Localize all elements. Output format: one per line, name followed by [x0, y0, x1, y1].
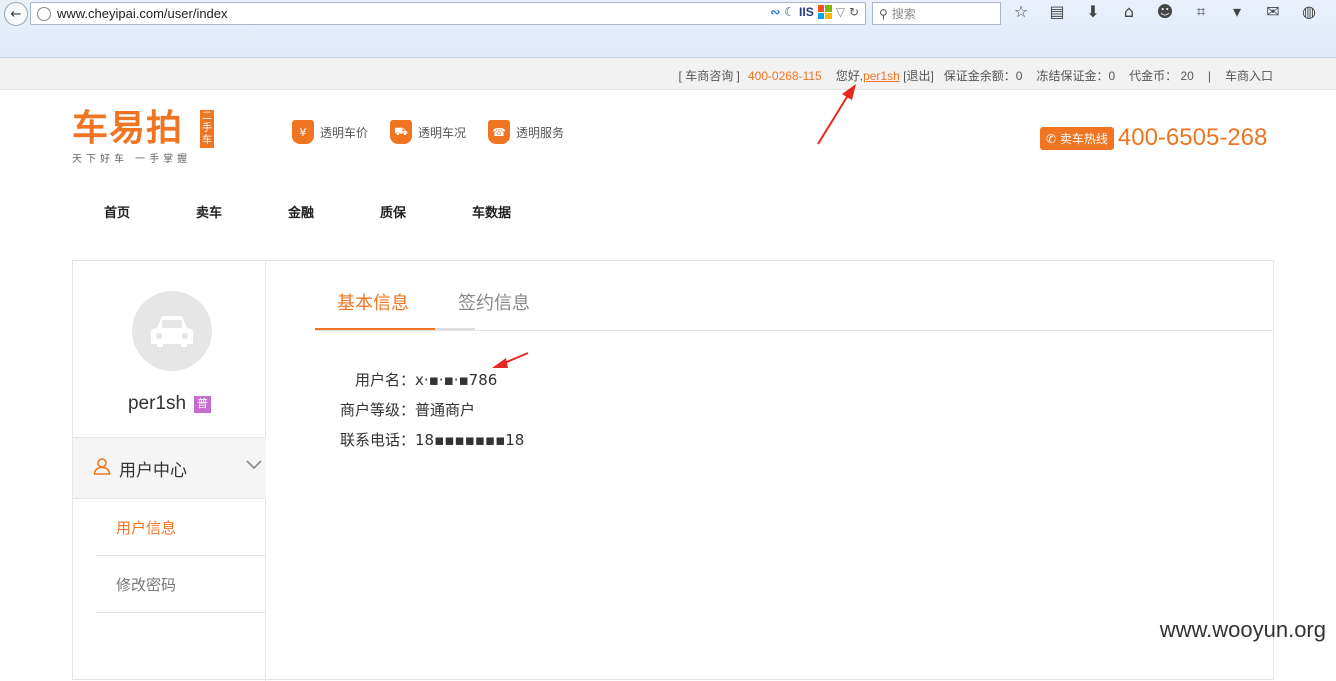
search-input[interactable]: ⚲ 搜索: [872, 2, 1001, 25]
info-label: 用户名：: [335, 365, 415, 395]
info-value: 18▪▪▪▪▪▪▪18: [415, 425, 524, 455]
level-badge: 普: [194, 396, 211, 413]
dealer-consult-label: [ 车商咨询 ]: [679, 67, 740, 84]
chevron-down-icon: [246, 458, 262, 474]
dealer-entry-link[interactable]: 车商入口: [1225, 67, 1273, 84]
info-value: x·▪·▪·▪786: [415, 365, 497, 395]
nav-sell[interactable]: 卖车: [196, 202, 288, 221]
tab-basic-info[interactable]: 基本信息: [337, 289, 409, 315]
logo-slogan: 天下好车 一手掌握: [72, 150, 191, 165]
sidebar: per1sh 普 用户中心 用户信息 修改密码: [73, 261, 266, 681]
deposit-balance: 保证金余额：0: [944, 67, 1023, 84]
compat-icon[interactable]: ∾: [770, 5, 780, 19]
hotline-label: 卖车热线: [1060, 132, 1108, 146]
address-bar[interactable]: www.cheyipai.com/user/index ∾ ☾ IIS ▽ ↻: [30, 2, 866, 25]
info-label: 联系电话：: [335, 425, 415, 455]
crop-icon[interactable]: ⌗: [1190, 2, 1212, 22]
browser-toolbar: ← www.cheyipai.com/user/index ∾ ☾ IIS ▽ …: [0, 0, 1336, 58]
chat-icon[interactable]: ☻: [1154, 2, 1176, 22]
bookmark-star-icon[interactable]: ☆: [1010, 2, 1032, 22]
nav-warranty[interactable]: 质保: [380, 202, 472, 221]
user-center-header[interactable]: 用户中心: [73, 437, 266, 499]
avatar: [132, 291, 212, 371]
dealer-phone: 400-0268-115: [748, 69, 822, 83]
greeting-text: 您好,: [836, 69, 863, 83]
sidebar-item-user-info[interactable]: 用户信息: [96, 499, 266, 556]
site-top-strip: [ 车商咨询 ] 400-0268-115 您好,per1sh [退出] 保证金…: [0, 58, 1336, 90]
coupon-balance: 代金币： 20: [1129, 67, 1194, 84]
feature-label: 透明服务: [516, 124, 564, 141]
info-row-level: 商户等级： 普通商户: [335, 395, 524, 425]
reload-icon[interactable]: ↻: [849, 5, 859, 19]
hotline-badge: ✆ 卖车热线: [1040, 127, 1114, 150]
back-button[interactable]: ←: [4, 2, 28, 26]
reading-list-icon[interactable]: ▤: [1046, 2, 1068, 22]
annotation-arrow-top: [810, 82, 860, 148]
url-text[interactable]: www.cheyipai.com/user/index: [57, 6, 228, 21]
service-icon: ☎: [488, 120, 510, 144]
car-icon: [149, 314, 195, 348]
watermark: www.wooyun.org: [1160, 617, 1326, 643]
feature-service[interactable]: ☎ 透明服务: [488, 120, 564, 144]
car-condition-icon: ⛟: [390, 120, 412, 144]
windows-icon: [818, 5, 832, 19]
profile-name: per1sh 普: [73, 393, 266, 415]
feature-list: ¥ 透明车价 ⛟ 透明车况 ☎ 透明服务: [292, 120, 564, 144]
frozen-deposit: 冻结保证金：0: [1036, 67, 1115, 84]
feature-condition[interactable]: ⛟ 透明车况: [390, 120, 466, 144]
hotline-number: 400-6505-268: [1118, 124, 1267, 152]
addon-icon[interactable]: ◍: [1298, 2, 1320, 22]
annotation-arrow-info: [488, 350, 532, 372]
user-icon: [93, 457, 111, 480]
moon-icon: ☾: [784, 5, 795, 19]
info-value: 普通商户: [415, 395, 475, 425]
site-logo[interactable]: 车易拍 二手车 天下好车 一手掌握: [72, 108, 191, 165]
logo-text: 车易拍: [72, 108, 191, 148]
feature-price[interactable]: ¥ 透明车价: [292, 120, 368, 144]
separator: |: [1208, 69, 1211, 83]
nav-car-data[interactable]: 车数据: [472, 202, 564, 221]
browser-tools: ☆ ▤ ⬇ ⌂ ☻ ⌗ ▾ ✉ ◍ ≡: [1010, 2, 1336, 22]
username-link[interactable]: per1sh: [863, 69, 900, 83]
feature-label: 透明车况: [418, 124, 466, 141]
info-row-phone: 联系电话： 18▪▪▪▪▪▪▪18: [335, 425, 524, 455]
menu-dropdown-icon[interactable]: ▾: [1226, 2, 1248, 22]
logo-badge: 二手车: [200, 110, 214, 148]
sidebar-item-change-password[interactable]: 修改密码: [96, 556, 266, 613]
basic-info: 用户名： x·▪·▪·▪786 商户等级： 普通商户 联系电话： 18▪▪▪▪▪…: [335, 365, 524, 455]
user-center-panel: per1sh 普 用户中心 用户信息 修改密码 基本信息 签约信息 用户名： x·…: [72, 260, 1274, 680]
nav-finance[interactable]: 金融: [288, 202, 380, 221]
download-icon[interactable]: ⬇: [1082, 2, 1104, 22]
logout-link[interactable]: [退出]: [903, 69, 934, 83]
search-icon: ⚲: [879, 7, 888, 21]
nav-home[interactable]: 首页: [104, 202, 196, 221]
search-placeholder: 搜索: [892, 5, 916, 22]
feature-label: 透明车价: [320, 124, 368, 141]
profile-username: per1sh: [128, 393, 186, 414]
info-label: 商户等级：: [335, 395, 415, 425]
dropdown-icon[interactable]: ▽: [836, 5, 845, 19]
tab-indicator-shadow: [435, 328, 475, 330]
tab-contract-info[interactable]: 签约信息: [458, 289, 530, 315]
iis-label: IIS: [799, 5, 814, 19]
main-nav: 首页 卖车 金融 质保 车数据: [104, 202, 564, 221]
tab-bar: 基本信息 签约信息: [315, 281, 1273, 331]
active-tab-indicator: [315, 328, 435, 330]
price-tag-icon: ¥: [292, 120, 314, 144]
home-icon[interactable]: ⌂: [1118, 2, 1140, 22]
globe-icon: [37, 7, 51, 21]
sell-hotline: ✆ 卖车热线 400-6505-268: [1040, 124, 1267, 152]
bubble-icon[interactable]: ✉: [1262, 2, 1284, 22]
user-center-label: 用户中心: [119, 456, 187, 481]
